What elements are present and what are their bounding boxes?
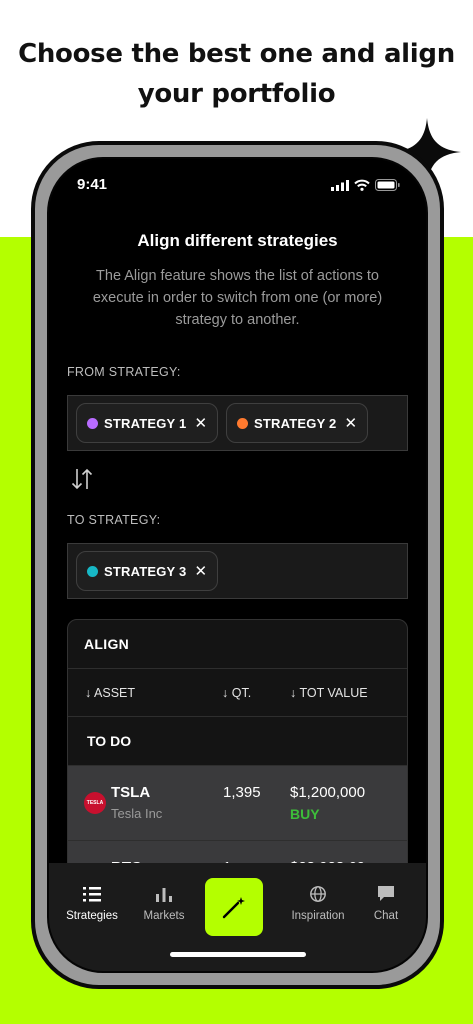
page-description: The Align feature shows the list of acti…: [92, 268, 383, 328]
phone-screen: 9:41 Align different strategies The Alig…: [47, 157, 428, 973]
magic-wand-icon: [222, 897, 245, 919]
asset-quantity: 1,395: [223, 784, 261, 801]
page-title: Align different strategies: [137, 231, 338, 250]
strategy-1-color-dot: [87, 417, 98, 429]
align-magic-wand-button[interactable]: [205, 878, 263, 936]
headline-line-2: your portfolio: [137, 79, 336, 109]
tab-label: Strategies: [66, 910, 118, 922]
swap-icon[interactable]: [71, 467, 426, 493]
asset-total-value: $1,200,000: [290, 784, 366, 801]
tab-inspiration[interactable]: Inspiration: [283, 885, 353, 922]
strategy-chip-label: STRATEGY 1: [104, 415, 187, 431]
wifi-icon: [354, 179, 370, 191]
table-row[interactable]: TESLA TSLA Tesla Inc 1,395 $1,200,000 BU…: [68, 766, 407, 841]
strategy-3-color-dot: [87, 565, 98, 577]
remove-strategy-2-icon[interactable]: ✕: [344, 414, 357, 432]
from-strategy-field[interactable]: STRATEGY 1 ✕ STRATEGY 2 ✕: [67, 395, 408, 451]
bar-chart-icon: [156, 888, 172, 902]
strategy-chip-2[interactable]: STRATEGY 2 ✕: [226, 403, 369, 443]
tab-chat[interactable]: Chat: [351, 885, 421, 922]
status-bar: 9:41: [49, 159, 426, 203]
remove-strategy-1-icon[interactable]: ✕: [194, 414, 207, 432]
tab-markets[interactable]: Markets: [129, 885, 199, 922]
align-column-headers: ↓ ASSET ↓ QT. ↓ TOT VALUE: [68, 669, 407, 717]
signal-icon: [331, 180, 349, 191]
tab-label: Inspiration: [291, 910, 345, 922]
buy-badge: BUY: [290, 806, 320, 822]
list-icon: [83, 887, 101, 902]
sort-tot-value-header[interactable]: ↓ TOT VALUE: [290, 686, 368, 700]
sort-qt-header[interactable]: ↓ QT.: [222, 686, 251, 700]
bottom-tab-bar: Strategies Markets Inspiration Chat: [49, 863, 426, 971]
battery-icon: [375, 179, 400, 191]
asset-symbol: TSLA: [111, 784, 151, 801]
todo-section-header: TO DO: [68, 717, 407, 766]
globe-icon: [310, 886, 326, 902]
asset-name: Tesla Inc: [111, 806, 163, 821]
tesla-logo: TESLA: [84, 792, 106, 814]
phone-frame: 9:41 Align different strategies The Alig…: [31, 141, 444, 989]
to-strategy-label: TO STRATEGY:: [67, 513, 161, 527]
content: Align different strategies The Align fea…: [49, 219, 426, 917]
tab-label: Chat: [373, 910, 399, 922]
strategy-chip-label: STRATEGY 2: [254, 415, 337, 431]
headline: Choose the best one and align your portf…: [0, 34, 473, 114]
strategy-chip-label: STRATEGY 3: [104, 563, 187, 579]
tab-label: Markets: [143, 910, 185, 922]
remove-strategy-3-icon[interactable]: ✕: [194, 562, 207, 580]
to-strategy-field[interactable]: STRATEGY 3 ✕: [67, 543, 408, 599]
headline-line-1: Choose the best one and align: [18, 39, 455, 69]
sort-asset-header[interactable]: ↓ ASSET: [85, 686, 135, 700]
chat-bubble-icon: [378, 886, 394, 901]
align-title: ALIGN: [68, 620, 407, 669]
strategy-chip-1[interactable]: STRATEGY 1 ✕: [76, 403, 219, 443]
from-strategy-label: FROM STRATEGY:: [67, 365, 181, 379]
strategy-chip-3[interactable]: STRATEGY 3 ✕: [76, 551, 219, 591]
home-indicator: [170, 952, 306, 957]
status-time: 9:41: [77, 176, 108, 193]
strategy-2-color-dot: [237, 417, 249, 429]
tab-strategies[interactable]: Strategies: [57, 885, 127, 922]
status-icons: [331, 179, 400, 191]
